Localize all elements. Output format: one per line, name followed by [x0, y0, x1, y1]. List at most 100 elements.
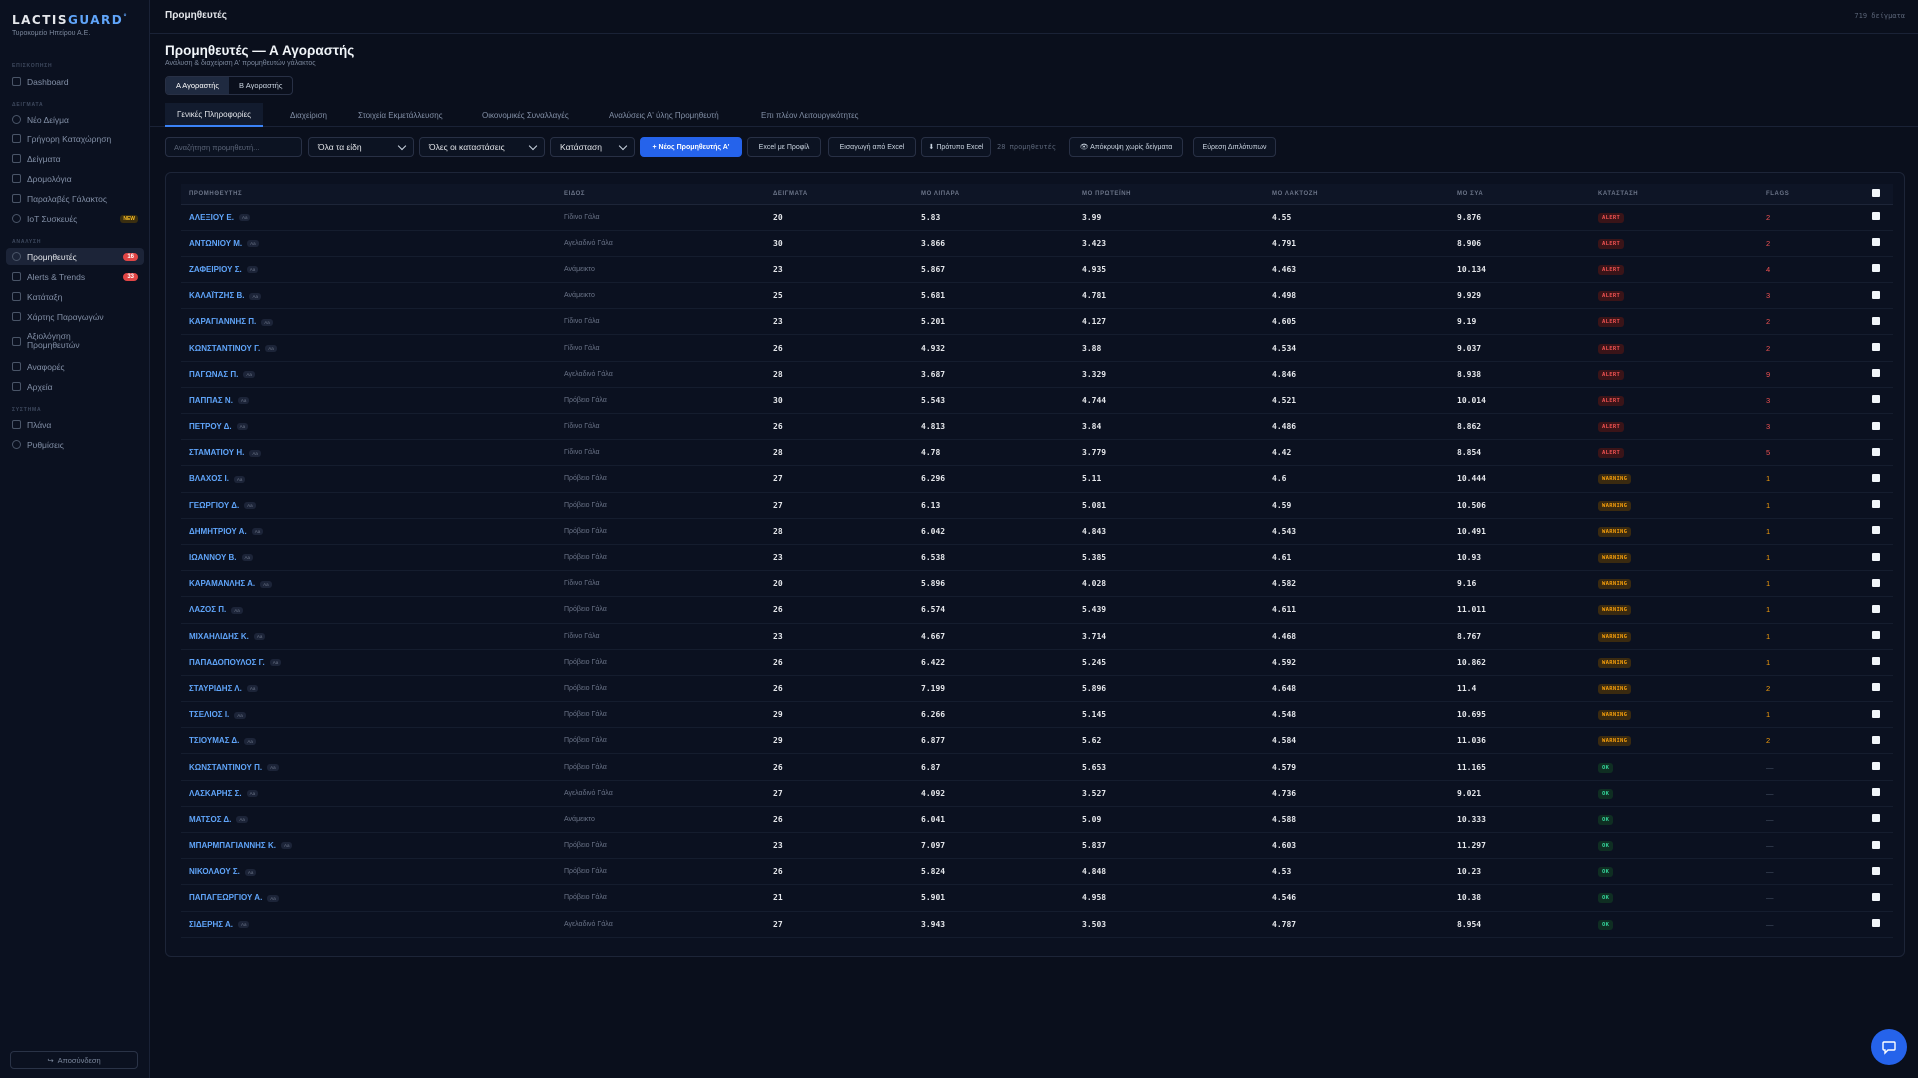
supplier-cell[interactable]: ΠΑΠΑΔΟΠΟΥΛΟΣ Γ. Aa — [181, 649, 556, 676]
tab-management[interactable]: Διαχείριση — [290, 103, 327, 127]
supplier-name-link[interactable]: ΤΣΕΛΙΟΣ Ι. — [189, 710, 229, 719]
select-cell[interactable] — [1864, 832, 1893, 860]
supplier-name-link[interactable]: ΜΠΑΡΜΠΑΓΙΑΝΝΗΣ Κ. — [189, 841, 276, 850]
select-cell[interactable] — [1864, 911, 1893, 938]
table-row[interactable]: ΓΕΩΡΓΙΟΥ Δ. Aa Πρόβειο Γάλα 27 6.13 5.081 4.59… — [181, 492, 1893, 519]
sidebar-item-files[interactable]: Αρχεία — [6, 378, 144, 395]
row-checkbox[interactable] — [1872, 604, 1880, 613]
row-checkbox[interactable] — [1872, 264, 1880, 273]
select-cell[interactable] — [1864, 675, 1893, 703]
buyer-b-button[interactable]: Β Αγοραστής — [229, 77, 292, 94]
row-checkbox[interactable] — [1872, 552, 1880, 561]
table-row[interactable]: ΠΑΠΠΑΣ Ν. Aa Πρόβειο Γάλα 30 5.543 4.744 4.521… — [181, 387, 1893, 415]
select-cell[interactable] — [1864, 492, 1893, 519]
supplier-name-link[interactable]: ΠΑΠΑΓΕΩΡΓΙΟΥ Α. — [189, 893, 262, 902]
col-header-select[interactable] — [1864, 184, 1893, 205]
supplier-cell[interactable]: ΠΕΤΡΟΥ Δ. Aa — [181, 413, 556, 441]
supplier-cell[interactable]: ΚΩΝΣΤΑΝΤΙΝΟΥ Π. Aa — [181, 753, 556, 781]
select-cell[interactable] — [1864, 413, 1893, 441]
select-cell[interactable] — [1864, 753, 1893, 781]
supplier-name-link[interactable]: ΛΑΖΟΣ Π. — [189, 605, 226, 614]
col-header-samples[interactable]: ΔΕΙΓΜΑΤΑ — [765, 184, 913, 205]
col-header-supplier[interactable]: ΠΡΟΜΗΘΕΥΤΗΣ — [181, 184, 556, 205]
type-filter-select[interactable]: Όλα τα είδη — [308, 137, 414, 157]
supplier-cell[interactable]: ΚΑΡΑΓΙΑΝΝΗΣ Π. Aa — [181, 308, 556, 336]
supplier-name-link[interactable]: ΚΩΝΣΤΑΝΤΙΝΟΥ Γ. — [189, 344, 260, 353]
supplier-name-link[interactable]: ΓΕΩΡΓΙΟΥ Δ. — [189, 501, 239, 510]
table-row[interactable]: ΣΙΔΕΡΗΣ Α. Aa Αγελαδινό Γάλα 27 3.943 3.503 4.… — [181, 911, 1893, 938]
tab-raw-material-analyses[interactable]: Αναλύσεις Α' ύλης Προμηθευτή — [609, 103, 719, 127]
supplier-name-link[interactable]: ΙΩΑΝΝΟΥ Β. — [189, 553, 237, 562]
select-cell[interactable] — [1864, 518, 1893, 545]
table-row[interactable]: ΠΑΓΩΝΑΣ Π. Aa Αγελαδινό Γάλα 28 3.687 3.329 4.… — [181, 361, 1893, 388]
select-cell[interactable] — [1864, 884, 1893, 912]
supplier-name-link[interactable]: ΑΝΤΩΝΙΟΥ Μ. — [189, 239, 242, 248]
supplier-name-link[interactable]: ΤΣΙΟΥΜΑΣ Δ. — [189, 736, 239, 745]
table-row[interactable]: ΔΗΜΗΤΡΙΟΥ Α. Aa Πρόβειο Γάλα 28 6.042 4.843 4.… — [181, 518, 1893, 545]
supplier-cell[interactable]: ΤΣΕΛΙΟΣ Ι. Aa — [181, 701, 556, 729]
supplier-cell[interactable]: ΛΑΣΚΑΡΗΣ Σ. Aa — [181, 780, 556, 807]
col-header-flags[interactable]: FLAGS — [1758, 184, 1864, 205]
row-checkbox[interactable] — [1872, 735, 1880, 744]
supplier-name-link[interactable]: ΜΙΧΑΗΛΙΔΗΣ Κ. — [189, 632, 249, 641]
table-row[interactable]: ΠΑΠΑΔΟΠΟΥΛΟΣ Γ. Aa Πρόβειο Γάλα 26 6.422 5.24… — [181, 649, 1893, 676]
supplier-name-link[interactable]: ΠΑΓΩΝΑΣ Π. — [189, 370, 238, 379]
supplier-cell[interactable]: ΚΑΛΑΪΤΖΗΣ Β. Aa — [181, 282, 556, 310]
supplier-cell[interactable]: ΠΑΓΩΝΑΣ Π. Aa — [181, 361, 556, 388]
supplier-cell[interactable]: ΝΙΚΟΛΑΟΥ Σ. Aa — [181, 858, 556, 886]
row-checkbox[interactable] — [1872, 840, 1880, 849]
table-row[interactable]: ΛΑΖΟΣ Π. Aa Πρόβειο Γάλα 26 6.574 5.439 4.611 1… — [181, 596, 1893, 624]
supplier-name-link[interactable]: ΠΑΠΠΑΣ Ν. — [189, 396, 233, 405]
table-row[interactable]: ΑΝΤΩΝΙΟΥ Μ. Aa Αγελαδινό Γάλα 30 3.866 3.423 4… — [181, 230, 1893, 257]
supplier-name-link[interactable]: ΣΤΑΥΡΙΔΗΣ Λ. — [189, 684, 242, 693]
supplier-name-link[interactable]: ΛΑΣΚΑΡΗΣ Σ. — [189, 789, 242, 798]
table-row[interactable]: ΚΩΝΣΤΑΝΤΙΝΟΥ Π. Aa Πρόβειο Γάλα 26 6.87 5.653… — [181, 753, 1893, 781]
row-checkbox[interactable] — [1872, 238, 1880, 247]
supplier-cell[interactable]: ΠΑΠΠΑΣ Ν. Aa — [181, 387, 556, 415]
select-cell[interactable] — [1864, 256, 1893, 284]
sort-select[interactable]: Κατάσταση — [550, 137, 635, 157]
supplier-name-link[interactable]: ΚΑΡΑΓΙΑΝΝΗΣ Π. — [189, 317, 256, 326]
col-header-lactose[interactable]: ΜΟ ΛΑΚΤΟΖΗ — [1264, 184, 1449, 205]
supplier-name-link[interactable]: ΜΑΤΣΟΣ Δ. — [189, 815, 231, 824]
tab-extra-features[interactable]: Επι πλέον Λειτουργικότητες — [761, 103, 859, 127]
select-cell[interactable] — [1864, 465, 1893, 493]
table-row[interactable]: ΠΕΤΡΟΥ Δ. Aa Γίδινο Γάλα 26 4.813 3.84 4.486 8.… — [181, 413, 1893, 441]
buyer-a-button[interactable]: Α Αγοραστής — [166, 77, 230, 94]
supplier-cell[interactable]: ΖΑΦΕΙΡΙΟΥ Σ. Aa — [181, 256, 556, 284]
row-checkbox[interactable] — [1872, 814, 1880, 823]
row-checkbox[interactable] — [1872, 788, 1880, 797]
row-checkbox[interactable] — [1872, 421, 1880, 430]
sidebar-item-plans[interactable]: Πλάνα — [6, 416, 144, 433]
supplier-cell[interactable]: ΜΠΑΡΜΠΑΓΙΑΝΝΗΣ Κ. Aa — [181, 832, 556, 860]
table-row[interactable]: ΤΣΙΟΥΜΑΣ Δ. Aa Πρόβειο Γάλα 29 6.877 5.62 4.58… — [181, 727, 1893, 755]
excel-profile-button[interactable]: Excel με Προφίλ — [747, 137, 821, 157]
table-row[interactable]: ΜΠΑΡΜΠΑΓΙΑΝΝΗΣ Κ. Aa Πρόβειο Γάλα 23 7.097 5.… — [181, 832, 1893, 860]
row-checkbox[interactable] — [1872, 762, 1880, 771]
new-supplier-button[interactable]: + Νέος Προμηθευτής Α' — [640, 137, 742, 157]
select-cell[interactable] — [1864, 701, 1893, 729]
row-checkbox[interactable] — [1872, 473, 1880, 482]
select-cell[interactable] — [1864, 387, 1893, 415]
supplier-cell[interactable]: ΚΩΝΣΤΑΝΤΙΝΟΥ Γ. Aa — [181, 334, 556, 362]
supplier-name-link[interactable]: ΚΩΝΣΤΑΝΤΙΝΟΥ Π. — [189, 763, 262, 772]
hide-empty-button[interactable]: 👁 Απόκρυψη χωρίς δείγματα — [1069, 137, 1183, 157]
row-checkbox[interactable] — [1872, 369, 1880, 378]
logout-button[interactable]: ↪ Αποσύνδεση — [10, 1051, 138, 1069]
table-row[interactable]: ΚΩΝΣΤΑΝΤΙΝΟΥ Γ. Aa Γίδινο Γάλα 26 4.932 3.88 4… — [181, 334, 1893, 362]
supplier-name-link[interactable]: ΚΑΡΑΜΑΝΛΗΣ Α. — [189, 579, 255, 588]
row-checkbox[interactable] — [1872, 578, 1880, 587]
table-row[interactable]: ΤΣΕΛΙΟΣ Ι. Aa Πρόβειο Γάλα 29 6.266 5.145 4.54… — [181, 701, 1893, 729]
row-checkbox[interactable] — [1872, 892, 1880, 901]
table-row[interactable]: ΙΩΑΝΝΟΥ Β. Aa Πρόβειο Γάλα 23 6.538 5.385 4.61… — [181, 544, 1893, 572]
status-filter-select[interactable]: Όλες οι καταστάσεις — [419, 137, 545, 157]
supplier-cell[interactable]: ΔΗΜΗΤΡΙΟΥ Α. Aa — [181, 518, 556, 545]
sidebar-item-iot-devices[interactable]: IoT Συσκευές NEW — [6, 210, 144, 227]
row-checkbox[interactable] — [1872, 709, 1880, 718]
select-cell[interactable] — [1864, 544, 1893, 572]
table-row[interactable]: ΚΑΡΑΓΙΑΝΝΗΣ Π. Aa Γίδινο Γάλα 23 5.201 4.127 4… — [181, 308, 1893, 336]
select-cell[interactable] — [1864, 649, 1893, 676]
sidebar-item-supplier-evaluation[interactable]: Αξιολόγηση Προμηθευτών — [6, 330, 144, 352]
row-checkbox[interactable] — [1872, 447, 1880, 456]
row-checkbox[interactable] — [1872, 631, 1880, 640]
